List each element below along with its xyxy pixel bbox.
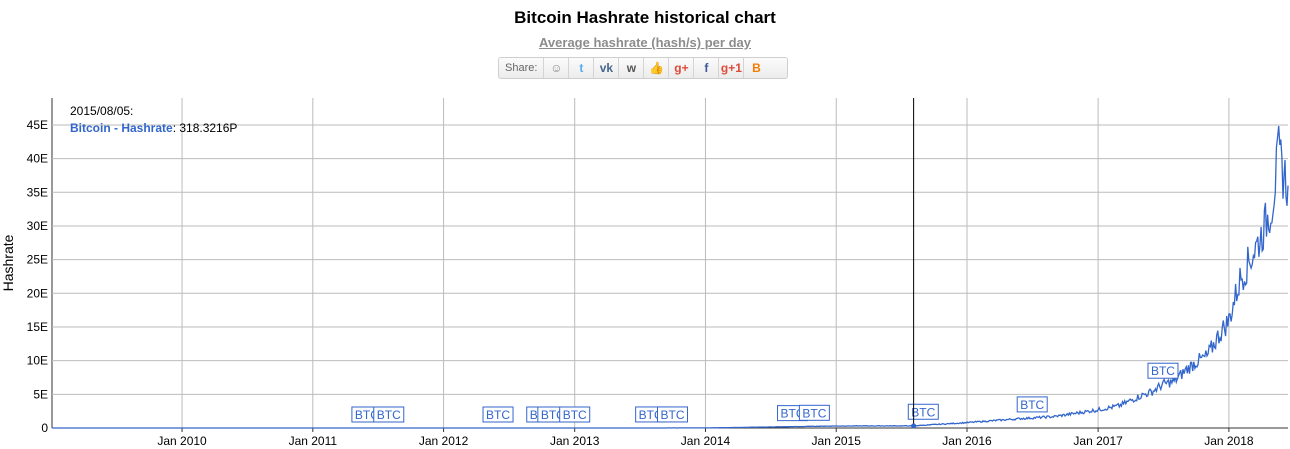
y-tick-label: 45E	[27, 118, 48, 132]
y-tick-label: 5E	[33, 387, 48, 401]
y-tick-label: 30E	[27, 219, 48, 233]
btc-annotation-box[interactable]	[373, 406, 405, 423]
btc-annotation-box[interactable]	[526, 406, 558, 423]
btc-annotation-box[interactable]	[482, 406, 514, 423]
hashrate-series-line[interactable]	[52, 125, 1289, 429]
tooltip-value: : 318.3216P	[173, 121, 238, 135]
x-tick-label: Jan 2012	[419, 434, 469, 448]
btc-annotation-label[interactable]: BTC	[802, 406, 826, 420]
btc-annotation-box[interactable]	[537, 406, 569, 423]
x-tick-label: Jan 2015	[812, 434, 862, 448]
x-tick-label: Jan 2018	[1204, 434, 1254, 448]
y-tick-label: 25E	[27, 253, 48, 267]
facebook-icon[interactable]: f	[694, 58, 720, 78]
tooltip-value-line: Bitcoin - Hashrate: 318.3216P	[70, 121, 237, 135]
btc-annotation-label[interactable]: BTC	[1151, 364, 1175, 378]
chart-subtitle[interactable]: Average hashrate (hash/s) per day	[0, 35, 1290, 50]
y-tick-label: 40E	[27, 152, 48, 166]
btc-annotation-box[interactable]	[777, 405, 809, 422]
btc-annotation-box[interactable]	[635, 406, 667, 423]
btc-annotation-box[interactable]	[657, 406, 689, 423]
y-tick-label: 15E	[27, 320, 48, 334]
google-plus-one-icon[interactable]: g+1	[719, 58, 745, 78]
btc-annotation-label[interactable]: BTC	[661, 408, 685, 422]
google-plus-icon[interactable]: g+	[669, 58, 695, 78]
btc-annotation-label[interactable]: BTC	[781, 407, 805, 421]
reddit-icon[interactable]: ☺	[544, 58, 570, 78]
btc-annotation-label[interactable]: BTC	[530, 408, 554, 422]
y-tick-label: 20E	[27, 286, 48, 300]
btc-annotation-box[interactable]	[559, 406, 591, 423]
btc-annotation-label[interactable]: BTC	[486, 408, 510, 422]
y-tick-label: 0	[41, 421, 48, 435]
x-tick-label: Jan 2017	[1073, 434, 1123, 448]
cursor-point	[911, 423, 917, 429]
blogger-icon[interactable]: B	[744, 58, 768, 78]
btc-annotation-box[interactable]	[351, 406, 383, 423]
btc-annotation-label[interactable]: BTC	[639, 408, 663, 422]
twitter-icon[interactable]: t	[569, 58, 595, 78]
btc-annotation-label[interactable]: BTC	[541, 408, 565, 422]
btc-annotation-box[interactable]	[1016, 396, 1048, 413]
like-icon[interactable]: 👍	[644, 58, 670, 78]
vk-icon[interactable]: vk	[594, 58, 620, 78]
x-tick-label: Jan 2016	[942, 434, 992, 448]
x-tick-label: Jan 2014	[681, 434, 731, 448]
tooltip-date: 2015/08/05:	[70, 104, 133, 118]
share-label: Share:	[499, 58, 545, 78]
btc-annotation-box[interactable]	[798, 404, 830, 421]
btc-annotation-label[interactable]: BTC	[563, 408, 587, 422]
x-tick-label: Jan 2013	[550, 434, 600, 448]
x-tick-label: Jan 2010	[157, 434, 207, 448]
btc-annotation-label[interactable]: BTC	[377, 408, 401, 422]
tooltip-series-label: Bitcoin - Hashrate	[70, 121, 173, 135]
btc-annotation-label[interactable]: BTC	[911, 405, 935, 419]
weibo-icon[interactable]: w	[619, 58, 645, 78]
btc-annotation-box[interactable]	[1147, 362, 1179, 379]
y-axis-label: Hashrate	[0, 234, 16, 291]
y-tick-label: 35E	[27, 185, 48, 199]
x-tick-label: Jan 2011	[289, 434, 338, 448]
y-tick-label: 10E	[27, 354, 48, 368]
share-bar: Share: ☺ t vk w 👍 g+ f g+1 B	[498, 57, 788, 79]
btc-annotation-box[interactable]	[907, 403, 939, 420]
btc-annotation-label[interactable]: BTC	[355, 408, 379, 422]
chart-title: Bitcoin Hashrate historical chart	[514, 8, 776, 27]
btc-annotation-label[interactable]: BTC	[1020, 398, 1044, 412]
